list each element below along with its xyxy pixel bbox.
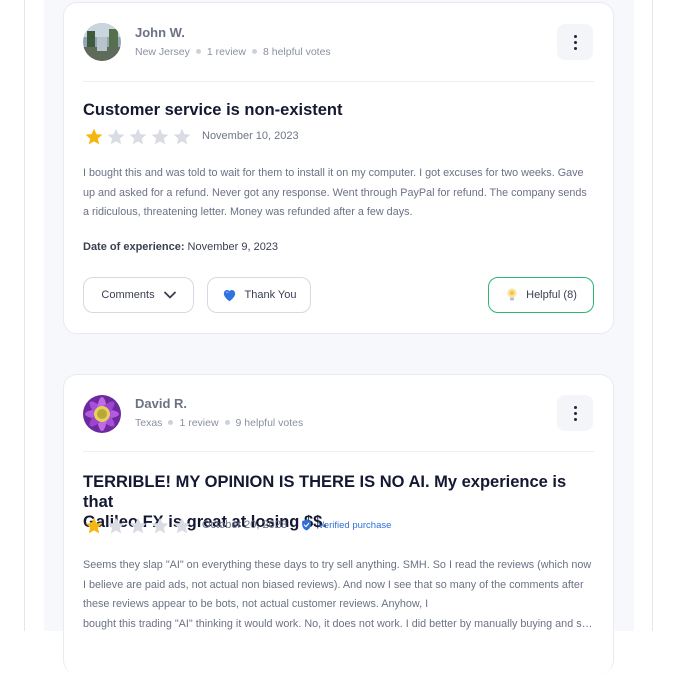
helpful-label: Helpful (8) (526, 289, 577, 301)
more-vertical-icon (573, 34, 577, 38)
review-body-text: Seems they slap "AI" on everything these… (83, 559, 592, 610)
star-icon (173, 517, 191, 534)
verified-shield-icon (302, 519, 311, 531)
reviewer-name[interactable]: John W. (135, 25, 185, 40)
review-count: 1 review (179, 417, 219, 429)
helpful-button[interactable]: Helpful (8) (488, 277, 594, 313)
helpful-votes-count: 8 helpful votes (262, 46, 331, 58)
divider (83, 81, 594, 82)
more-vertical-icon (573, 405, 577, 409)
star-icon (129, 517, 147, 534)
thank-you-label: Thank You (244, 289, 297, 301)
more-vertical-icon-dot (573, 46, 577, 50)
reviewer-name[interactable]: David R. (135, 396, 187, 411)
reviewer-meta: New Jersey 1 review 8 helpful votes (135, 46, 331, 58)
experience-label: Date of experience: (83, 241, 185, 253)
reviewer-location: New Jersey (135, 46, 190, 58)
star-icon (107, 128, 125, 145)
more-vertical-icon-dot (573, 417, 577, 421)
comments-label: Comments (101, 289, 155, 301)
chevron-down-icon (163, 291, 176, 299)
avatar[interactable] (83, 395, 121, 433)
date-of-experience: Date of experience: November 9, 2023 (83, 241, 278, 253)
star-icon (85, 517, 103, 534)
more-vertical-icon-dot (573, 40, 577, 44)
star-icon (173, 128, 191, 145)
page-border-left (24, 0, 25, 631)
star-rating (83, 127, 193, 147)
star-rating (83, 516, 193, 536)
more-options-button[interactable] (557, 395, 593, 431)
separator-dot (251, 49, 257, 55)
review-date: October 20, 2023 (202, 519, 288, 531)
verified-label: Verified purchase (318, 519, 392, 531)
review-title-line: TERRIBLE! MY OPINION IS THERE IS NO AI. … (83, 473, 567, 511)
page-border-right (652, 0, 653, 631)
star-icon (129, 128, 147, 145)
blue-heart-icon (223, 290, 235, 302)
review-body-truncated: bought this trading "AI" thinking it wou… (83, 617, 595, 630)
avatar[interactable] (83, 23, 121, 61)
review-body: Seems they slap "AI" on everything these… (83, 556, 595, 634)
reviewer-location: Texas (135, 417, 163, 429)
review-count: 1 review (206, 46, 246, 58)
separator-dot (168, 420, 174, 426)
review-card: John W. New Jersey 1 review 8 helpful vote… (63, 2, 614, 334)
experience-date: November 9, 2023 (187, 241, 279, 253)
more-options-button[interactable] (557, 24, 593, 60)
lightbulb-icon (507, 288, 517, 301)
star-icon (151, 128, 169, 145)
star-icon (151, 517, 169, 534)
comments-button[interactable]: Comments (83, 277, 194, 313)
more-vertical-icon-dot (573, 411, 577, 415)
review-date: November 10, 2023 (202, 130, 299, 142)
thank-you-button[interactable]: Thank You (207, 277, 311, 313)
star-icon (107, 517, 125, 534)
helpful-votes-count: 9 helpful votes (235, 417, 304, 429)
review-card: David R. Texas 1 review 9 helpful votes TE… (63, 374, 614, 674)
separator-dot (224, 420, 230, 426)
reviewer-meta: Texas 1 review 9 helpful votes (135, 417, 303, 429)
divider (83, 451, 594, 452)
star-icon (85, 128, 103, 145)
verified-purchase-badge: Verified purchase (301, 519, 391, 531)
review-title: Customer service is non-existent (83, 101, 343, 119)
review-body: I bought this and was told to wait for t… (83, 167, 587, 218)
separator-dot (195, 49, 201, 55)
